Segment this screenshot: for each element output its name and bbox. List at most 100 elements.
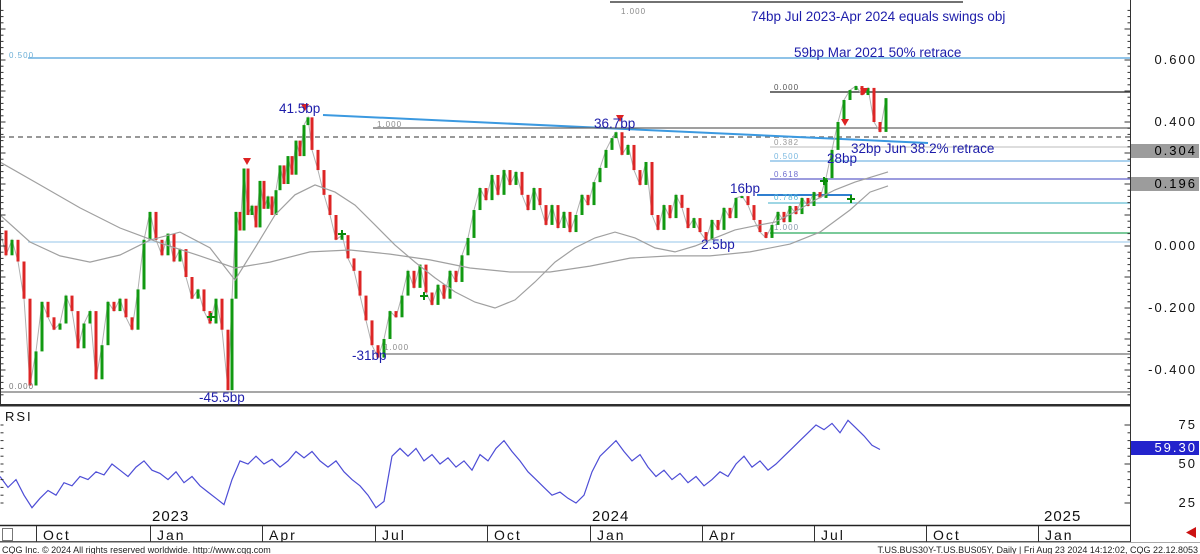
candle [413, 271, 416, 288]
candle [59, 324, 62, 330]
candle [425, 265, 428, 293]
year-label: 2023 [152, 509, 189, 524]
candle [137, 289, 140, 329]
candle [569, 212, 572, 232]
candle [243, 169, 246, 231]
candle [303, 125, 306, 156]
candle [545, 205, 548, 225]
candle [587, 195, 590, 205]
annotation-retrace-38-note: 32bp Jun 38.2% retrace [851, 142, 994, 155]
candle [753, 205, 756, 220]
candle [455, 271, 458, 282]
candle [759, 220, 762, 232]
sell-arrow-icon [841, 119, 849, 126]
candle [467, 238, 470, 255]
candle [359, 271, 362, 296]
candle [837, 122, 840, 150]
candle [221, 299, 224, 330]
candle [53, 317, 56, 329]
candle [125, 299, 128, 318]
annotation-low-2-5bp: 2.5bp [701, 238, 735, 251]
rsi-axis-label: 75 [1131, 418, 1199, 432]
fib-level-label: 0.000 [774, 84, 799, 92]
month-label[interactable]: Jul [821, 528, 845, 542]
fib-level-label: 1.000 [377, 121, 402, 129]
candle [143, 240, 146, 290]
candle [17, 240, 20, 262]
candle [283, 165, 286, 184]
month-label[interactable]: Oct [933, 528, 961, 542]
candle [855, 86, 858, 90]
price-level-badge: 0.196 [1131, 177, 1199, 191]
candle [407, 271, 410, 296]
axis-checkbox[interactable] [2, 528, 13, 541]
candle [675, 195, 678, 218]
month-label[interactable]: Jan [1045, 528, 1074, 542]
candle [551, 205, 554, 225]
panel-divider [0, 404, 1130, 407]
candle [813, 192, 816, 206]
candle [251, 206, 254, 215]
candle [335, 215, 338, 240]
candle [663, 205, 666, 230]
fib-level-label: 0.500 [9, 52, 34, 60]
month-label[interactable]: Apr [709, 528, 737, 542]
candle [581, 195, 584, 215]
candle [5, 231, 8, 256]
month-label[interactable]: Jul [382, 528, 406, 542]
candle [497, 175, 500, 195]
candle [113, 302, 116, 311]
candle [353, 258, 356, 270]
candle [271, 196, 274, 215]
candle [503, 170, 506, 195]
candle [231, 299, 234, 390]
candle [717, 220, 720, 230]
candle [275, 190, 278, 215]
annotation-peak-36-7bp: 36.7bp [594, 117, 635, 130]
month-label[interactable]: Jan [157, 528, 186, 542]
fib-level-label: 0.500 [774, 153, 799, 161]
chart-canvas[interactable] [0, 0, 1200, 554]
candle [699, 218, 702, 232]
month-label[interactable]: Oct [494, 528, 522, 542]
rsi-value-badge: 59.30 [1131, 441, 1199, 455]
copyright-text: CQG Inc. © 2024 All rights reserved worl… [2, 545, 271, 554]
month-label[interactable]: Oct [43, 528, 71, 542]
candle [873, 88, 876, 122]
month-label[interactable]: Apr [269, 528, 297, 542]
sell-arrow-icon [243, 158, 251, 165]
year-label: 2024 [592, 509, 629, 524]
candle [29, 299, 32, 386]
candle [299, 141, 302, 157]
candle [107, 302, 110, 345]
candle [801, 198, 804, 214]
candle [723, 208, 726, 230]
candle [443, 285, 446, 299]
candle [247, 169, 250, 216]
month-label[interactable]: Jan [597, 528, 626, 542]
candle [191, 277, 194, 299]
candle [479, 188, 482, 210]
candle [197, 289, 200, 298]
price-wick-line [0, 86, 886, 390]
rsi-axis-label: 50 [1131, 457, 1199, 471]
candle [287, 156, 290, 184]
candle [515, 172, 518, 185]
fib-level-label: 1.000 [621, 8, 646, 16]
candle [239, 212, 242, 231]
scroll-left-arrow-icon[interactable] [1186, 527, 1196, 538]
candle [47, 302, 50, 318]
candle [765, 232, 768, 238]
candle [885, 98, 888, 132]
candle [307, 117, 310, 125]
candle [599, 168, 602, 182]
candle [235, 212, 238, 299]
candle [255, 206, 258, 228]
candle [365, 296, 368, 321]
candle [161, 240, 164, 256]
candle [485, 188, 488, 200]
candle [279, 165, 282, 190]
candle [741, 196, 744, 198]
candle [71, 296, 74, 312]
candle [437, 285, 440, 305]
